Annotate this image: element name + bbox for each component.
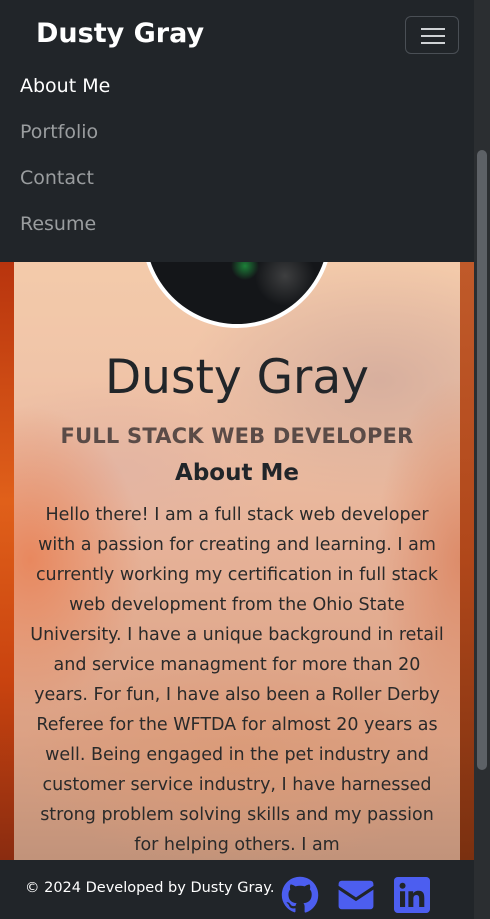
background-foliage-left xyxy=(0,262,14,860)
nav-link-resume[interactable]: Resume xyxy=(20,213,96,235)
copyright-text: © 2024 Developed by Dusty Gray. xyxy=(25,880,275,896)
linkedin-icon[interactable] xyxy=(394,876,430,914)
hamburger-icon xyxy=(421,28,445,30)
scrollbar-thumb[interactable] xyxy=(477,150,487,770)
nav-link-contact[interactable]: Contact xyxy=(20,167,94,189)
nav-link-portfolio[interactable]: Portfolio xyxy=(20,121,98,143)
hero-role: FULL STACK WEB DEVELOPER xyxy=(60,424,414,448)
navbar-brand[interactable]: Dusty Gray xyxy=(36,18,204,49)
about-paragraph: Hello there! I am a full stack web devel… xyxy=(30,505,444,855)
hero-name: Dusty Gray xyxy=(104,350,369,405)
envelope-icon[interactable] xyxy=(336,876,376,914)
nav-link-about-me[interactable]: About Me xyxy=(20,75,110,97)
scrollbar[interactable] xyxy=(474,0,490,919)
navbar-toggler-button[interactable] xyxy=(405,16,459,54)
about-heading: About Me xyxy=(175,460,299,486)
github-icon[interactable] xyxy=(281,876,319,914)
navbar: Dusty Gray About Me Portfolio Contact Re… xyxy=(0,0,474,262)
background-foliage-right xyxy=(460,262,474,860)
footer: © 2024 Developed by Dusty Gray. xyxy=(0,860,474,919)
